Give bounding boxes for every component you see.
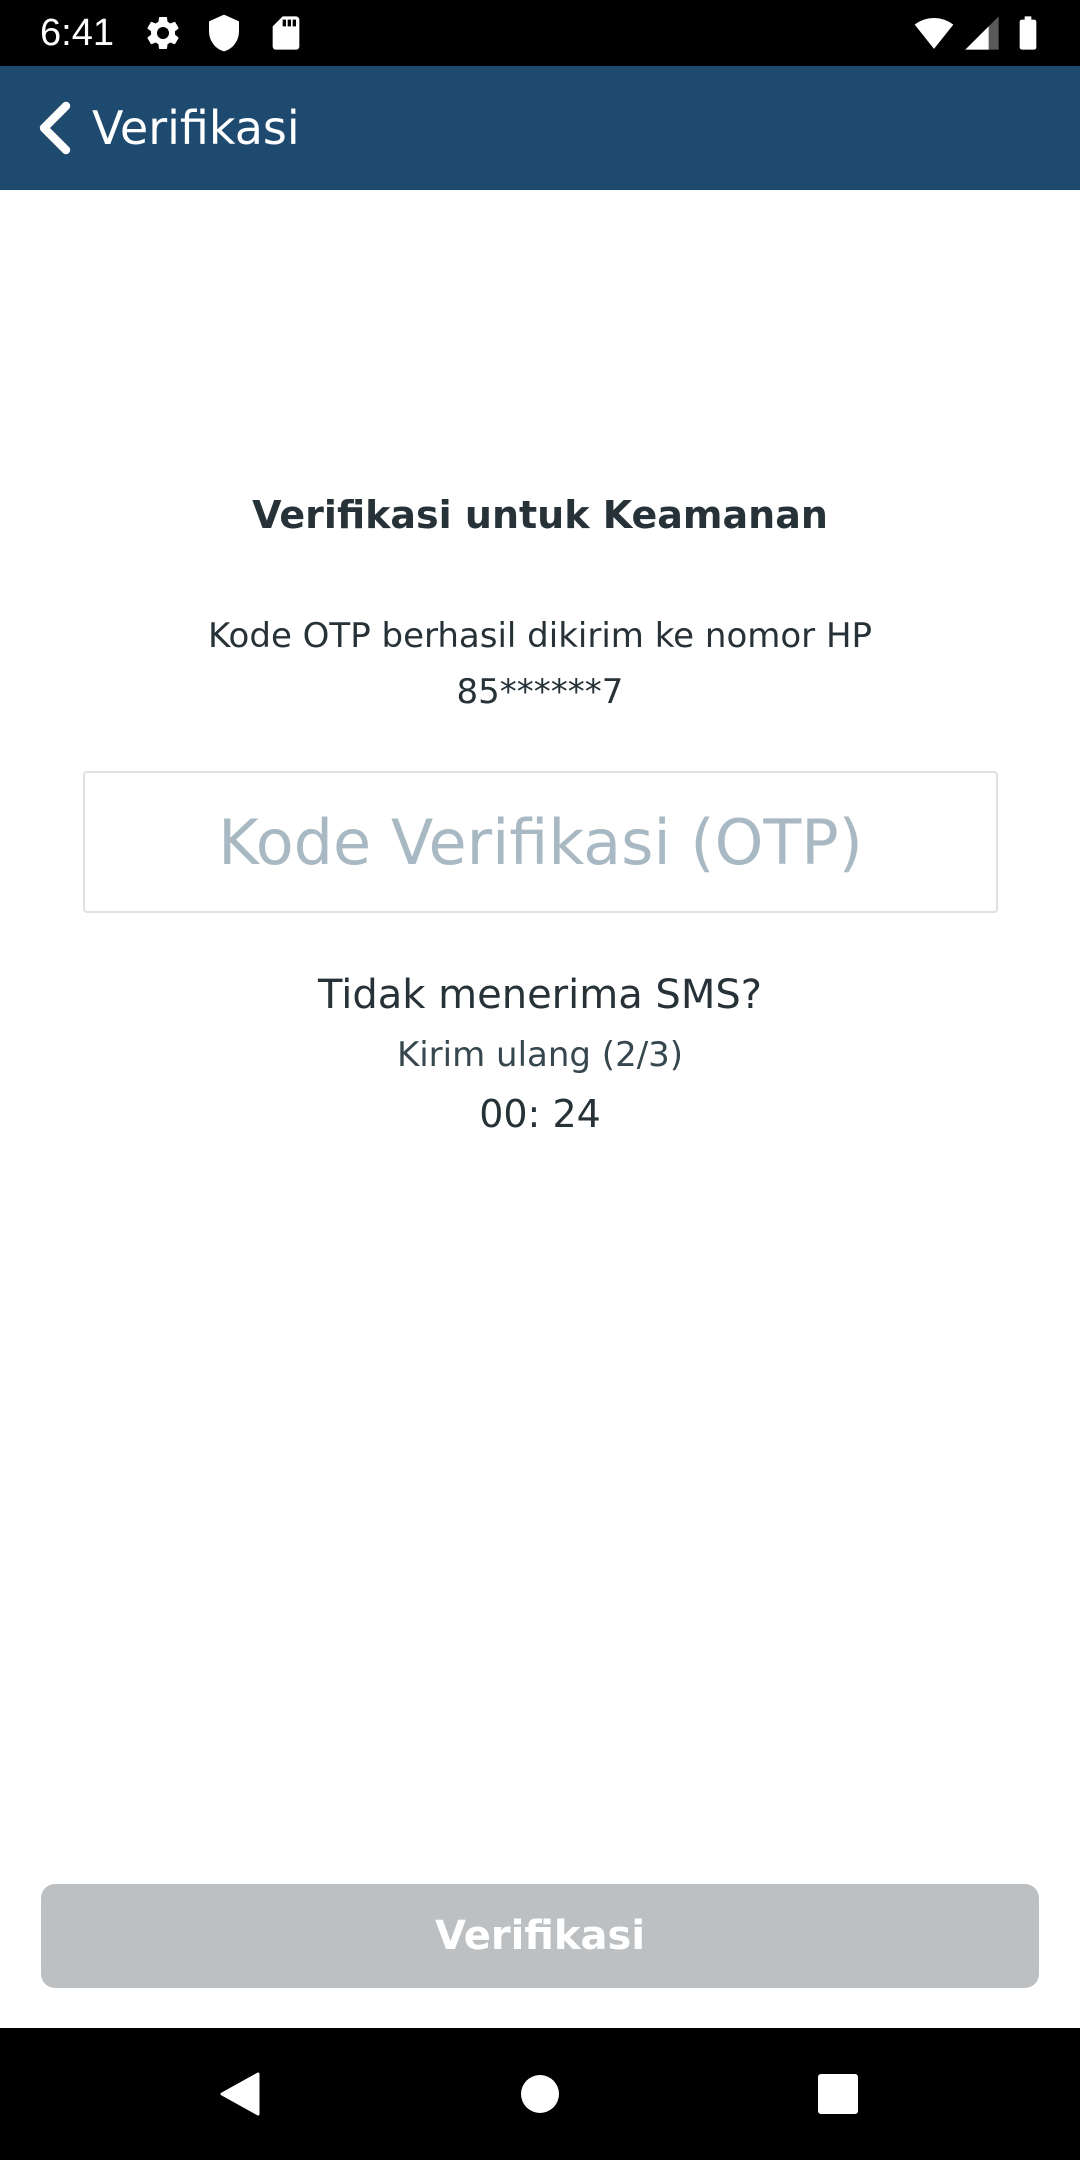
otp-sent-info: Kode OTP berhasil dikirim ke nomor HP 85… [0, 608, 1080, 720]
status-time: 6:41 [40, 12, 114, 54]
back-triangle-icon [220, 2072, 260, 2116]
status-bar: 6:41 [0, 0, 1080, 66]
nav-home-button[interactable] [500, 2054, 580, 2134]
sd-card-icon [266, 13, 306, 53]
wifi-icon [912, 13, 956, 53]
recents-square-icon [818, 2074, 858, 2114]
home-circle-icon [521, 2075, 559, 2113]
chevron-left-icon [39, 101, 71, 155]
page-title: Verifikasi [92, 101, 300, 155]
nav-recents-button[interactable] [798, 2054, 878, 2134]
masked-phone-number: 85******7 [456, 672, 624, 712]
otp-field[interactable] [83, 771, 998, 913]
no-sms-question: Tidak menerima SMS? [318, 972, 762, 1018]
app-bar: Verifikasi [0, 66, 1080, 190]
navigation-bar [0, 2028, 1080, 2160]
signal-icon [962, 13, 1002, 53]
shield-icon [204, 13, 244, 53]
countdown-timer: 00: 24 [479, 1092, 601, 1136]
gear-icon [143, 13, 183, 53]
verify-button[interactable]: Verifikasi [41, 1884, 1039, 1988]
nav-back-button[interactable] [200, 2054, 280, 2134]
otp-input[interactable] [85, 773, 996, 911]
battery-icon [1008, 13, 1048, 53]
verification-heading: Verifikasi untuk Keamanan [252, 493, 828, 537]
back-button[interactable] [14, 88, 94, 168]
otp-sent-message: Kode OTP berhasil dikirim ke nomor HP [207, 616, 873, 656]
resend-link[interactable]: Kirim ulang (2/3) [0, 1030, 1080, 1080]
